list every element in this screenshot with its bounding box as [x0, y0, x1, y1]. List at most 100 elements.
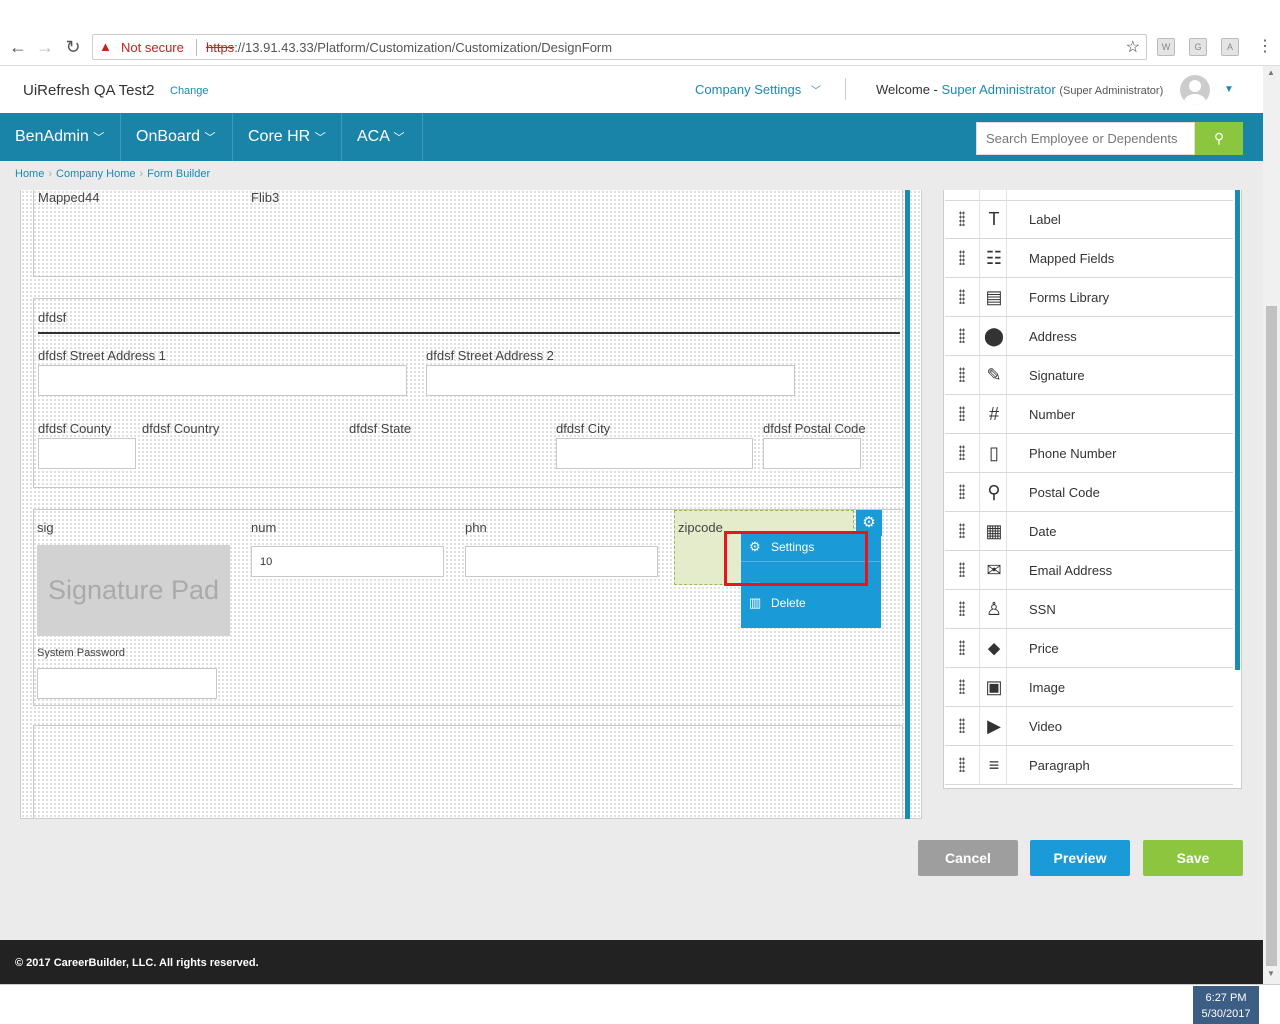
clock-time: 6:27 PM [1205, 992, 1247, 1004]
scrollbar-thumb[interactable] [1266, 306, 1277, 966]
system-password-input[interactable] [37, 668, 217, 699]
drag-handle-icon[interactable] [959, 328, 965, 343]
change-company-link[interactable]: Change [170, 85, 209, 97]
drag-handle-icon[interactable] [959, 757, 965, 772]
drag-handle-icon[interactable] [959, 367, 965, 382]
copyright-text: © 2017 CareerBuilder, LLC. All rights re… [15, 957, 259, 969]
tool-item[interactable]: ♙ SSN [945, 590, 1233, 629]
palette-scroll-indicator[interactable] [1235, 190, 1240, 670]
security-label: Not secure [121, 40, 184, 55]
drag-handle-icon[interactable] [959, 250, 965, 265]
drag-handle-icon[interactable] [959, 562, 965, 577]
window-scrollbar[interactable]: ▲ ▼ [1263, 66, 1280, 984]
drag-handle-icon[interactable] [959, 601, 965, 616]
form-section-empty[interactable] [33, 725, 903, 818]
form-section-mapped[interactable]: Mapped44 Flib3 [33, 190, 903, 277]
tool-item[interactable]: ≡ Paragraph [945, 746, 1233, 785]
nav-benadmin[interactable]: BenAdmin ﹀ [0, 113, 121, 161]
app-header: UiRefresh QA Test2 Change Company Settin… [0, 66, 1263, 113]
form-section-address[interactable]: dfdsf dfdsf Street Address 1 dfdsf Stree… [33, 298, 903, 488]
search-button[interactable]: ⚲ [1195, 122, 1243, 155]
scroll-up-icon[interactable]: ▲ [1267, 68, 1275, 77]
bookmark-star-icon[interactable]: ☆ [1126, 37, 1140, 57]
forms-library-icon: ▤ [979, 278, 1007, 316]
tool-item[interactable]: T Label [945, 200, 1233, 239]
tool-item[interactable]: ⚲ Postal Code [945, 473, 1233, 512]
num-input[interactable]: 10 [251, 546, 444, 577]
scroll-down-icon[interactable]: ▼ [1267, 969, 1275, 978]
drag-handle-icon[interactable] [959, 211, 965, 226]
drag-handle-icon[interactable] [959, 445, 965, 460]
drag-handle-icon[interactable] [959, 718, 965, 733]
drag-handle-icon[interactable] [959, 679, 965, 694]
tool-item[interactable]: ⬤ Address [945, 317, 1233, 356]
reload-icon[interactable]: ↻ [63, 37, 83, 57]
tool-item-label: Date [1029, 524, 1057, 539]
phn-label: phn [465, 520, 487, 535]
street1-input[interactable] [38, 365, 407, 396]
extension-g-icon[interactable]: G [1189, 38, 1207, 56]
tool-item[interactable]: ☷ Mapped Fields [945, 239, 1233, 278]
forward-arrow-icon[interactable]: → [35, 37, 55, 57]
breadcrumb-company-home[interactable]: Company Home [56, 168, 135, 180]
highlight-annotation-box [724, 531, 868, 586]
drag-handle-icon[interactable] [959, 484, 965, 499]
nav-aca-label: ACA [357, 128, 390, 145]
tool-item[interactable]: ▤ Forms Library [945, 278, 1233, 317]
user-menu-caret-icon[interactable]: ▼ [1224, 84, 1234, 95]
tool-item[interactable]: # Number [945, 395, 1233, 434]
nav-core-hr-label: Core HR [248, 128, 311, 145]
postal-code-input[interactable] [763, 438, 861, 469]
avatar[interactable] [1180, 75, 1210, 105]
street1-label: dfdsf Street Address 1 [38, 348, 166, 363]
street2-input[interactable] [426, 365, 795, 396]
cancel-button[interactable]: Cancel [918, 840, 1018, 876]
city-input[interactable] [556, 438, 753, 469]
tool-item[interactable]: ▶ Video [945, 707, 1233, 746]
context-delete[interactable]: ▥ Delete [741, 588, 881, 618]
chevron-down-icon: ﹀ [393, 132, 405, 144]
tool-item[interactable]: ⬥ Price [945, 629, 1233, 668]
extension-pdf-icon[interactable]: A [1221, 38, 1239, 56]
nav-onboard[interactable]: OnBoard ﹀ [121, 113, 233, 161]
tool-item[interactable]: ▦ Date [945, 512, 1233, 551]
drag-handle-icon[interactable] [959, 289, 965, 304]
back-arrow-icon[interactable]: ← [8, 37, 28, 57]
main-navigation: BenAdmin ﹀ OnBoard ﹀ Core HR ﹀ ACA ﹀ Sea… [0, 113, 1263, 161]
browser-menu-icon[interactable]: ⋮ [1257, 36, 1273, 56]
tool-item-label: Mapped Fields [1029, 251, 1115, 266]
extension-ws-icon[interactable]: W [1157, 38, 1175, 56]
save-button[interactable]: Save [1143, 840, 1243, 876]
company-settings-menu[interactable]: Company Settings ﹀ [695, 82, 821, 97]
phn-input[interactable] [465, 546, 658, 577]
drag-handle-icon[interactable] [959, 523, 965, 538]
section-divider [38, 332, 900, 334]
chevron-down-icon: ﹀ [93, 132, 105, 144]
canvas-scroll-indicator[interactable] [905, 190, 910, 819]
form-canvas[interactable]: Mapped44 Flib3 dfdsf dfdsf Street Addres… [20, 190, 922, 819]
nav-aca[interactable]: ACA ﹀ [342, 113, 423, 161]
drag-handle-icon[interactable] [959, 640, 965, 655]
user-name[interactable]: Super Administrator [942, 82, 1056, 97]
chevron-down-icon: ﹀ [810, 86, 821, 97]
tool-item-label: Email Address [1029, 563, 1113, 578]
tool-item-label: Address [1029, 329, 1077, 344]
county-input[interactable] [38, 438, 136, 469]
breadcrumb-form-builder: Form Builder [147, 168, 211, 180]
tool-item[interactable]: ▣ Image [945, 668, 1233, 707]
field-label-mapped44: Mapped44 [38, 190, 100, 205]
tool-item[interactable]: ▯ Phone Number [945, 434, 1233, 473]
nav-core-hr[interactable]: Core HR ﹀ [233, 113, 342, 161]
signature-pad[interactable]: Signature Pad [37, 545, 230, 636]
preview-button[interactable]: Preview [1030, 840, 1130, 876]
breadcrumb-home[interactable]: Home [15, 168, 44, 180]
tool-item[interactable]: ✉ Email Address [945, 551, 1233, 590]
sig-label: sig [37, 520, 54, 535]
address-bar[interactable]: ▲ Not secure https://13.91.43.33/Platfor… [92, 34, 1147, 60]
tool-item[interactable]: ✎ Signature [945, 356, 1233, 395]
country-label: dfdsf Country [142, 421, 220, 436]
taskbar-clock[interactable]: 6:27 PM 5/30/2017 [1193, 986, 1259, 1024]
drag-handle-icon[interactable] [959, 406, 965, 421]
employee-search-input[interactable]: Search Employee or Dependents [976, 122, 1195, 155]
mapped-fields-icon: ☷ [979, 239, 1007, 277]
